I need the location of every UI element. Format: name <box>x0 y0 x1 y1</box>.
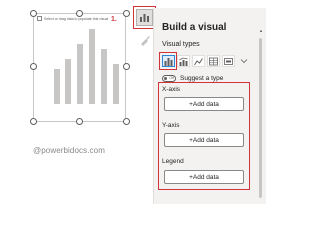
visual-hint: Select or drag data to populate this vis… <box>37 16 108 21</box>
placeholder-bar <box>54 69 60 104</box>
placeholder-bar <box>77 44 83 104</box>
resize-handle-middle-left[interactable] <box>30 63 37 70</box>
empty-visual-placeholder[interactable]: Select or drag data to populate this vis… <box>33 13 126 122</box>
line-chart-icon[interactable] <box>192 55 205 67</box>
resize-handle-bottom-center[interactable] <box>76 118 83 125</box>
resize-handle-middle-right[interactable] <box>123 63 130 70</box>
resize-handle-top-center[interactable] <box>76 10 83 17</box>
pane-title: Build a visual <box>162 22 227 33</box>
line-and-column-chart-icon[interactable] <box>177 55 190 67</box>
resize-handle-top-left[interactable] <box>30 10 37 17</box>
suggest-type-row: Off Suggest a type <box>162 75 223 82</box>
highlight-field-wells <box>158 82 250 190</box>
resize-handle-bottom-left[interactable] <box>30 118 37 125</box>
resize-handle-bottom-right[interactable] <box>123 118 130 125</box>
scrollbar-thumb[interactable] <box>259 38 262 198</box>
chevron-down-icon[interactable] <box>237 55 250 67</box>
visual-hint-text: Select or drag data to populate this vis… <box>44 16 109 21</box>
card-icon[interactable] <box>222 55 235 67</box>
placeholder-bar <box>101 49 107 104</box>
highlight-visual-type <box>159 52 177 70</box>
scroll-up-arrow-icon[interactable]: ▲ <box>258 28 264 33</box>
table-icon[interactable] <box>207 55 220 67</box>
suggest-type-label: Suggest a type <box>180 75 224 82</box>
step-marker: 1. <box>111 16 117 23</box>
pane-scrollbar[interactable]: ▲ <box>258 24 264 198</box>
resize-handle-top-right[interactable] <box>123 10 130 17</box>
visual-types-label: Visual types <box>162 41 200 48</box>
checkbox-icon <box>37 16 42 21</box>
format-brush-icon <box>141 36 150 46</box>
watermark: @powerbidocs.com <box>33 146 105 155</box>
placeholder-bar <box>89 29 95 104</box>
suggest-type-toggle[interactable]: Off <box>162 75 176 82</box>
report-canvas: Select or drag data to populate this vis… <box>0 0 300 204</box>
placeholder-bar <box>113 64 119 104</box>
placeholder-bar <box>65 59 71 104</box>
